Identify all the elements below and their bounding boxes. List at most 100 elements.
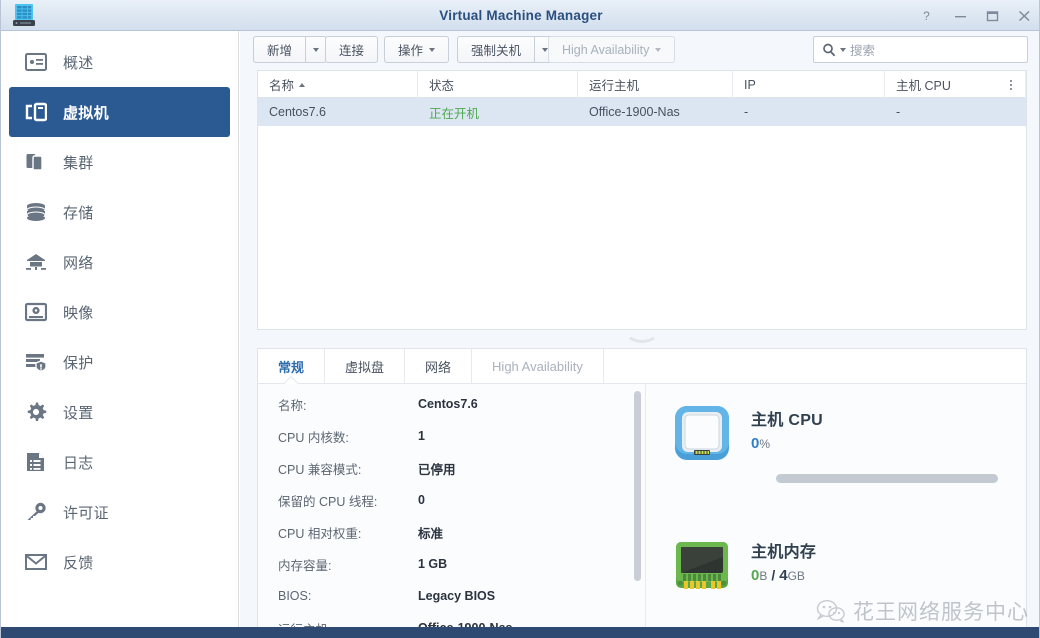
log-icon	[23, 449, 49, 475]
column-options-icon[interactable]	[1002, 71, 1020, 98]
panel-splitter[interactable]	[257, 334, 1027, 348]
sidebar-item-image[interactable]: 映像	[9, 287, 230, 337]
tab-virtual-disk[interactable]: 虚拟盘	[325, 349, 406, 383]
action-button-label: 操作	[398, 44, 424, 58]
sidebar-item-storage[interactable]: 存储	[9, 187, 230, 237]
help-icon[interactable]: ?	[918, 8, 935, 24]
close-icon[interactable]	[1016, 8, 1033, 24]
maximize-icon[interactable]	[984, 8, 1001, 24]
vm-icon	[23, 99, 49, 125]
sidebar-item-label: 日志	[63, 454, 94, 472]
sidebar-item-license[interactable]: 许可证	[9, 487, 230, 537]
protection-icon	[23, 349, 49, 375]
high-availability-button[interactable]: High Availability	[548, 36, 676, 63]
vm-info-list: 名称: Centos7.6 CPU 内核数: 1 CPU 兼容模式: 已停用 保…	[258, 384, 646, 627]
stat-value: 0B/4GB	[751, 567, 805, 584]
sidebar-item-label: 设置	[63, 404, 94, 422]
sidebar-item-label: 许可证	[63, 504, 109, 522]
sidebar-item-label: 保护	[63, 354, 94, 372]
storage-icon	[23, 199, 49, 225]
tab-high-availability[interactable]: High Availability	[472, 349, 604, 383]
key-icon	[23, 499, 49, 525]
sidebar-item-label: 网络	[63, 254, 94, 272]
cell-status: 正在开机	[429, 106, 480, 121]
bottom-bar	[1, 627, 1039, 638]
cell-host: Office-1900-Nas	[589, 105, 680, 119]
detail-body: 名称: Centos7.6 CPU 内核数: 1 CPU 兼容模式: 已停用 保…	[258, 384, 1026, 627]
vm-stats: 主机 CPU 0% 主机内存 0B / 4GB	[646, 384, 1026, 627]
title-bar: Virtual Machine Manager ?	[1, 0, 1039, 31]
window-title: Virtual Machine Manager	[439, 8, 603, 23]
info-row-cpu-cores: CPU 内核数: 1	[278, 429, 425, 445]
image-icon	[23, 299, 49, 325]
memory-module-icon	[671, 534, 733, 596]
sidebar-item-label: 集群	[63, 154, 94, 172]
info-row-cpu-weight: CPU 相对权重: 标准	[278, 526, 444, 541]
info-row-host: 运行主机: Office-1900-Nas	[258, 612, 645, 627]
info-row-name: 名称: Centos7.6	[278, 397, 478, 413]
sidebar-item-label: 存储	[63, 204, 94, 222]
chevron-down-icon	[429, 47, 436, 52]
detail-tabs: 常规 虚拟盘 网络 High Availability	[258, 349, 1026, 384]
sidebar-item-protection[interactable]: 保护	[9, 337, 230, 387]
content-area: 新增 连接 操作 强制关机 High Availability 搜索 名称 状态…	[240, 31, 1039, 627]
search-input[interactable]: 搜索	[813, 36, 1028, 63]
action-button[interactable]: 操作	[384, 36, 450, 63]
sidebar: 概述 虚拟机 集群 存储 网络 映像 保护 设置 日志 许可证 反馈	[1, 31, 239, 627]
chevron-down-icon[interactable]	[840, 47, 846, 52]
high-availability-label: High Availability	[562, 42, 650, 57]
sidebar-item-log[interactable]: 日志	[9, 437, 230, 487]
svg-text:?: ?	[923, 9, 930, 23]
stat-title: 主机 CPU	[751, 412, 824, 429]
chevron-down-icon	[313, 47, 320, 52]
sidebar-item-feedback[interactable]: 反馈	[9, 537, 230, 587]
sidebar-item-label: 反馈	[63, 554, 94, 572]
sidebar-item-settings[interactable]: 设置	[9, 387, 230, 437]
column-header-status[interactable]: 状态	[418, 71, 578, 98]
sidebar-item-label: 虚拟机	[63, 104, 109, 122]
info-row-memory: 内存容量: 1 GB	[278, 557, 448, 573]
tab-general[interactable]: 常规	[258, 349, 326, 383]
cluster-icon	[23, 149, 49, 175]
detail-panel: 常规 虚拟盘 网络 High Availability 名称: Centos7.…	[257, 348, 1027, 627]
collapse-chevron-icon[interactable]	[629, 337, 655, 345]
cell-ip: -	[744, 105, 749, 119]
create-dropdown-button[interactable]	[305, 36, 328, 63]
minimize-icon[interactable]	[952, 8, 969, 24]
cell-host-cpu: -	[896, 105, 901, 119]
connect-button[interactable]: 连接	[325, 36, 379, 63]
force-shutdown-button[interactable]: 强制关机	[457, 36, 535, 63]
tab-network[interactable]: 网络	[405, 349, 473, 383]
overview-icon	[23, 49, 49, 75]
gear-icon	[23, 399, 49, 425]
stat-host-cpu: 主机 CPU 0%	[671, 402, 998, 483]
toolbar: 新增 连接 操作 强制关机 High Availability 搜索	[240, 31, 1039, 68]
cpu-progress-bar	[776, 474, 998, 483]
table-header-row: 名称 状态 运行主机 IP 主机 CPU	[258, 71, 1026, 98]
column-header-ip[interactable]: IP	[733, 71, 885, 98]
sidebar-item-network[interactable]: 网络	[9, 237, 230, 287]
network-icon	[23, 249, 49, 275]
vm-table: 名称 状态 运行主机 IP 主机 CPU Centos7.6 正在开机 Offi…	[257, 70, 1027, 330]
info-row-reserved-cpu-threads: 保留的 CPU 线程: 0	[278, 493, 425, 509]
table-row[interactable]: Centos7.6 正在开机 Office-1900-Nas - -	[258, 98, 1026, 126]
search-placeholder: 搜索	[850, 44, 876, 58]
sidebar-item-overview[interactable]: 概述	[9, 37, 230, 87]
sidebar-item-virtual-machine[interactable]: 虚拟机	[9, 87, 230, 137]
column-header-name[interactable]: 名称	[258, 71, 418, 98]
info-scrollbar[interactable]	[634, 391, 641, 581]
stat-host-memory: 主机内存 0B/4GB	[671, 534, 816, 596]
info-row-cpu-compat-mode: CPU 兼容模式: 已停用	[278, 462, 456, 477]
create-button[interactable]: 新增	[253, 36, 306, 63]
chevron-down-icon	[655, 47, 662, 52]
stat-title: 主机内存	[751, 544, 817, 561]
info-row-bios: BIOS: Legacy BIOS	[278, 589, 496, 603]
search-icon	[823, 43, 836, 56]
sort-ascending-icon	[299, 82, 306, 87]
sidebar-item-cluster[interactable]: 集群	[9, 137, 230, 187]
mail-icon	[23, 549, 49, 575]
column-header-host[interactable]: 运行主机	[578, 71, 733, 98]
cpu-chip-icon	[671, 402, 733, 464]
sidebar-item-label: 概述	[63, 54, 94, 72]
stat-value: 0%	[751, 435, 771, 452]
